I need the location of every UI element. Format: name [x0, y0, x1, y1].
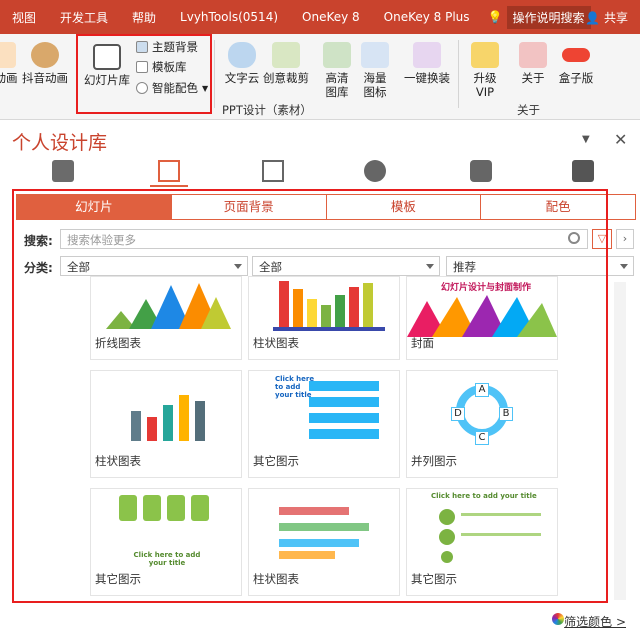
divider [214, 40, 215, 108]
title-bar: 视图 开发工具 帮助 LvyhTools(0514) OneKey 8 OneK… [0, 0, 640, 34]
picture-icon [323, 42, 351, 68]
hd-image-library-label: 高清图库 [325, 71, 349, 99]
panel-footer: 筛选颜色 > [0, 604, 640, 634]
creative-crop-button[interactable]: 创意裁剪 [262, 42, 310, 85]
help-icon[interactable] [572, 160, 594, 182]
toggle-icon [562, 48, 590, 62]
icon-library-button[interactable]: 海量图标 [360, 42, 390, 99]
ribbon: 动画 抖音动画 幻灯片库 主题背景 模板库 智能配色 ▼ 文字云 创意裁剪 高清… [0, 34, 640, 120]
word-cloud-label: 文字云 [224, 71, 260, 85]
one-key-replace-button[interactable]: 一键换装 [402, 42, 452, 85]
boxed-version-label: 盒子版 [558, 71, 594, 85]
divider [458, 40, 459, 108]
highlight-box [12, 189, 608, 603]
douyin-animation-button[interactable]: 抖音动画 [20, 42, 70, 85]
cube-icon[interactable] [52, 160, 74, 182]
active-tab-underline [150, 185, 188, 187]
tab-developer[interactable]: 开发工具 [48, 9, 120, 26]
lightbulb-icon: 💡 [487, 10, 503, 24]
tab-view[interactable]: 视图 [0, 9, 48, 26]
shapes-icon [361, 42, 389, 68]
close-icon[interactable]: ✕ [614, 130, 627, 149]
collapse-icon[interactable]: ▼ [582, 134, 590, 145]
tab-onekey8[interactable]: OneKey 8 [290, 10, 372, 24]
animation-button[interactable]: 动画 [0, 42, 18, 85]
animation-icon [0, 42, 16, 68]
slides-icon[interactable] [158, 160, 180, 182]
crown-icon [471, 42, 499, 68]
tab-help[interactable]: 帮助 [120, 9, 168, 26]
group-about-label: 关于 [517, 103, 540, 117]
tab-lvyhtools[interactable]: LvyhTools(0514) [168, 10, 290, 24]
upgrade-vip-label: 升级VIP [473, 71, 497, 99]
filter-color-link[interactable]: 筛选颜色 > [564, 613, 626, 630]
crop-icon [272, 42, 300, 68]
panel-icon-bar [0, 158, 640, 187]
lightbulb-icon[interactable] [364, 160, 386, 182]
group-ppt-design-label: PPT设计（素材） [222, 103, 312, 117]
monkey-icon [31, 42, 59, 68]
scrollbar[interactable] [614, 282, 626, 600]
word-cloud-button[interactable]: 文字云 [222, 42, 262, 85]
panel-title: 个人设计库 [12, 132, 108, 154]
share-label: 共享 [603, 11, 628, 25]
animation-label: 动画 [0, 71, 18, 85]
about-button[interactable]: 关于 [518, 42, 548, 85]
cloud-icon [228, 42, 256, 68]
hd-image-library-button[interactable]: 高清图库 [322, 42, 352, 99]
share-button[interactable]: 👤 共享 [585, 9, 628, 26]
highlight-box [76, 34, 212, 114]
boxed-version-button[interactable]: 盒子版 [556, 42, 596, 85]
about-label: 关于 [521, 71, 545, 85]
creative-crop-label: 创意裁剪 [263, 71, 309, 85]
next-icon[interactable]: › [616, 229, 634, 249]
upgrade-vip-button[interactable]: 升级VIP [470, 42, 500, 99]
douyin-animation-label: 抖音动画 [22, 71, 68, 85]
person-icon: 👤 [585, 11, 601, 25]
logo-icon [519, 42, 547, 68]
image-gallery-icon[interactable] [262, 160, 284, 182]
archive-icon[interactable] [470, 160, 492, 182]
icon-library-label: 海量图标 [363, 71, 387, 99]
magic-icon [413, 42, 441, 68]
tab-onekey8plus[interactable]: OneKey 8 Plus [372, 10, 482, 24]
color-wheel-icon [552, 613, 564, 625]
one-key-replace-label: 一键换装 [404, 71, 450, 85]
tell-me-search[interactable]: 操作说明搜索 [506, 5, 591, 29]
